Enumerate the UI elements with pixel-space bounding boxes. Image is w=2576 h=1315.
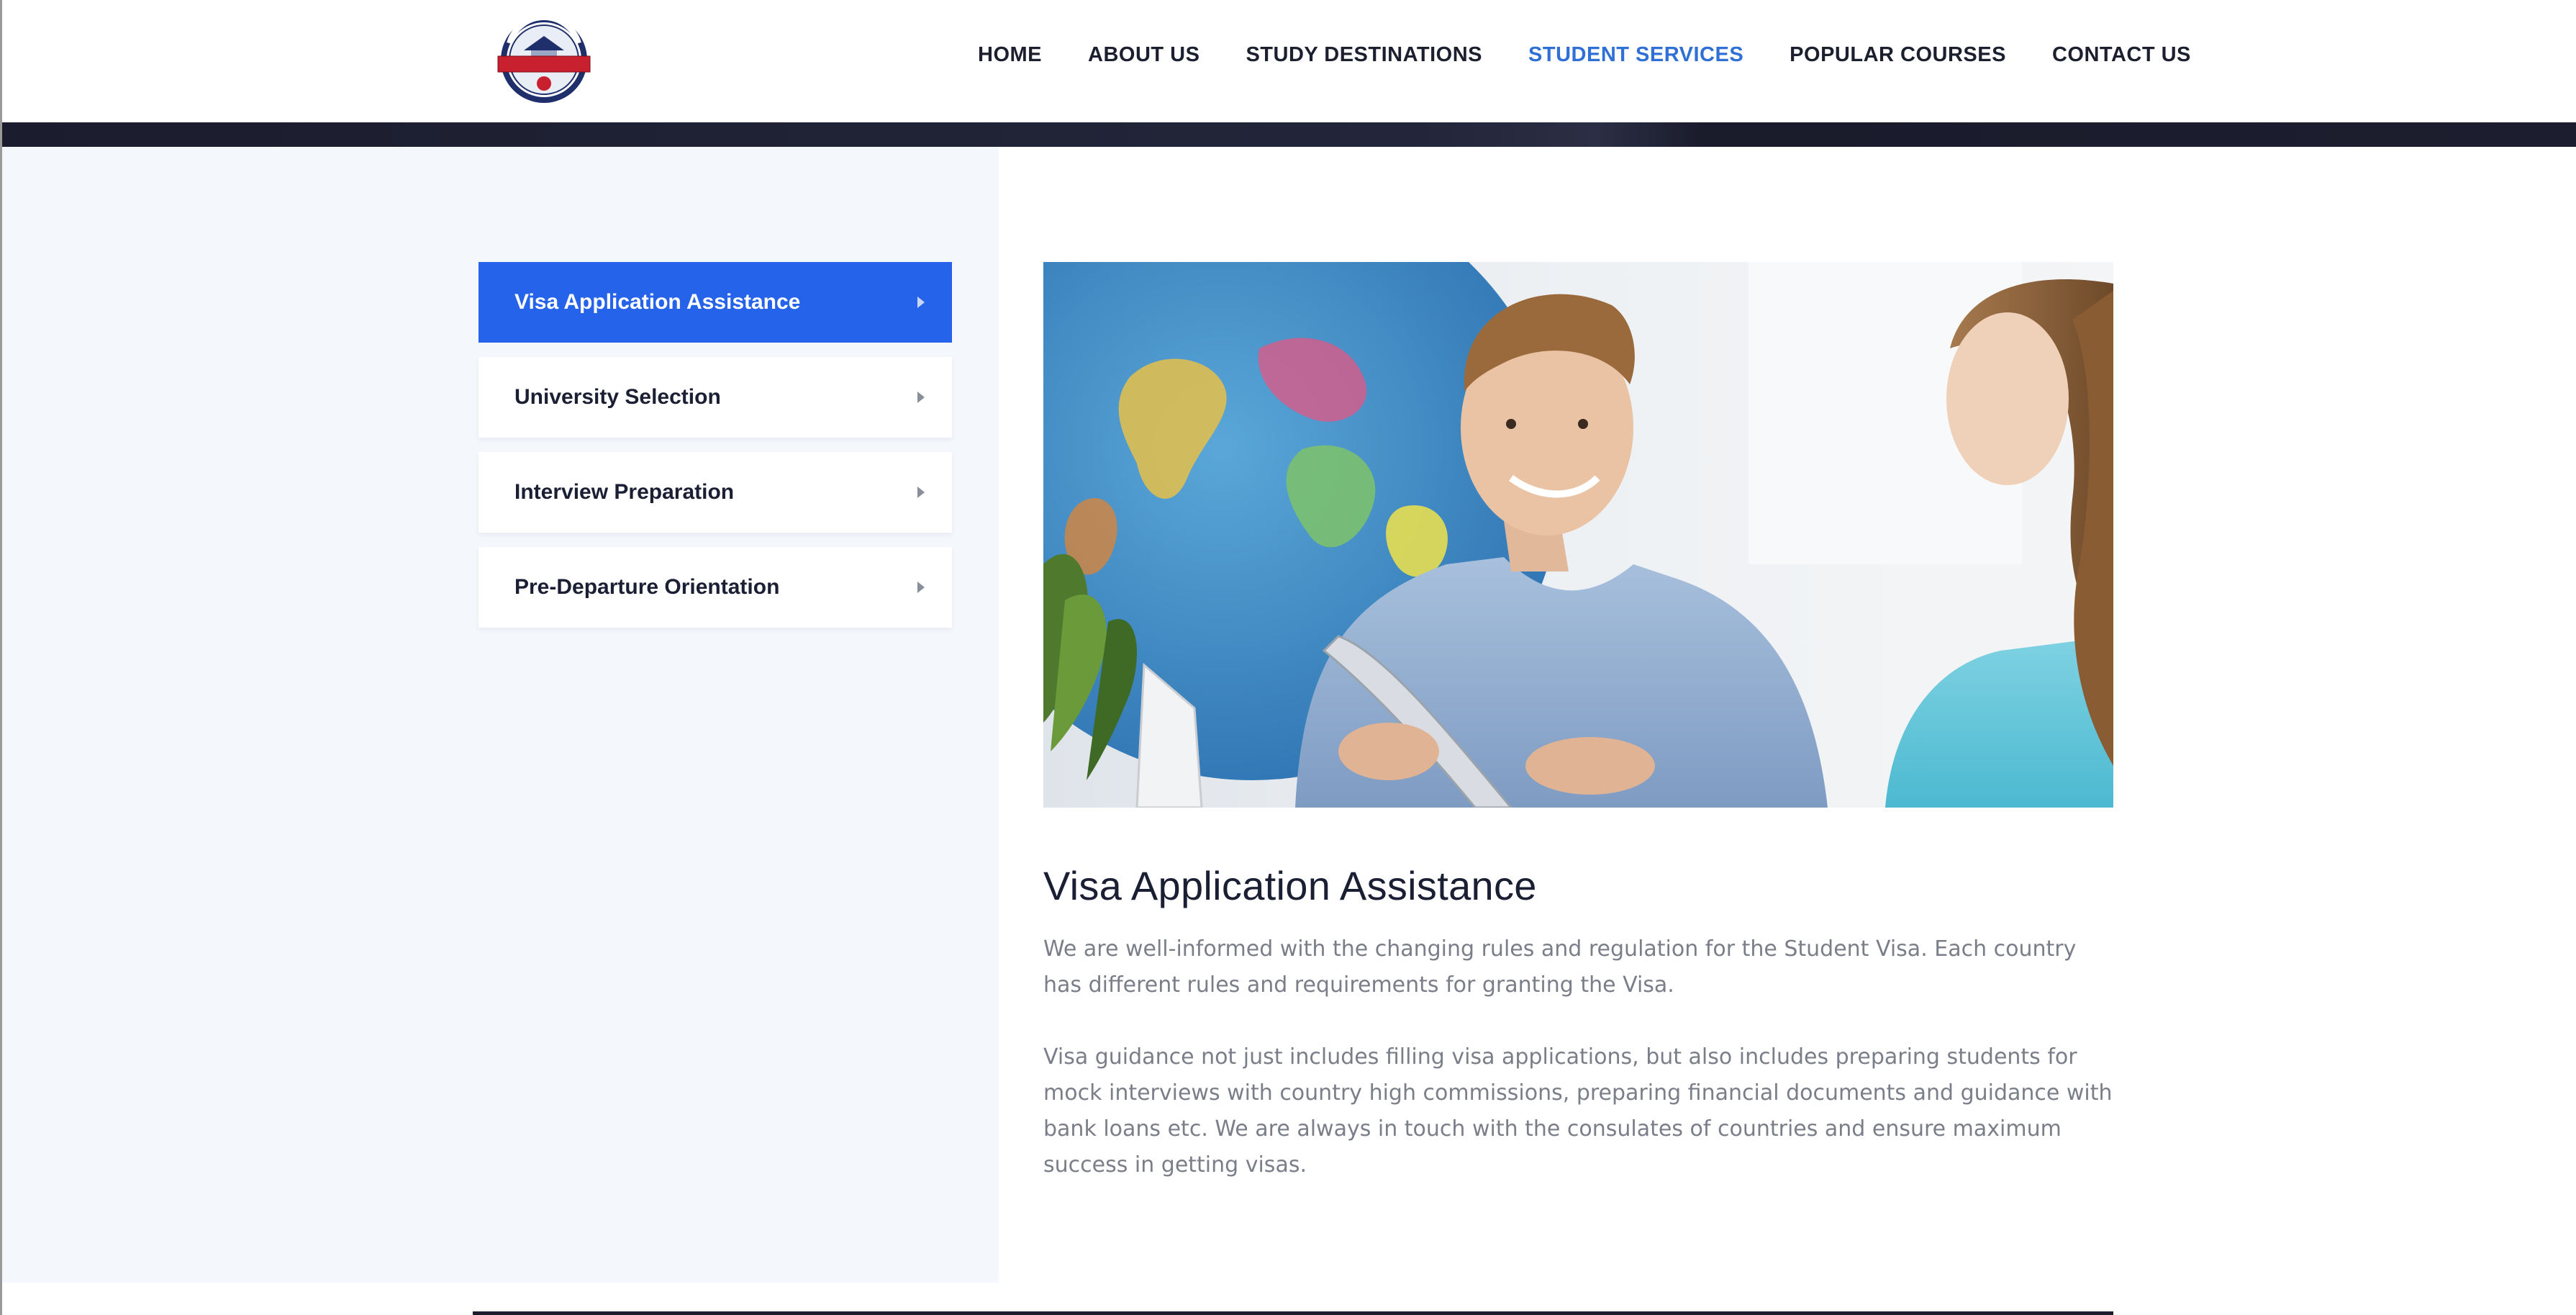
consultation-photo (1043, 262, 2113, 808)
page-banner-strip (2, 122, 2576, 147)
caret-right-icon (917, 582, 925, 593)
page: HOME ABOUT US STUDY DESTINATIONS STUDENT… (0, 0, 2576, 1315)
caret-right-icon (917, 392, 925, 403)
nav-popular-courses[interactable]: POPULAR COURSES (1790, 43, 2006, 67)
caret-right-icon (917, 297, 925, 308)
caret-right-icon (917, 487, 925, 498)
nav-about-us[interactable]: ABOUT US (1088, 43, 1199, 67)
nav-home[interactable]: HOME (978, 43, 1042, 67)
page-title: Visa Application Assistance (1043, 863, 1537, 908)
service-hero-image (1043, 262, 2113, 808)
sidebar-item-label: Visa Application Assistance (514, 290, 801, 314)
nav-student-services[interactable]: STUDENT SERVICES (1528, 43, 1743, 67)
sidebar-item-visa-application-assistance[interactable]: Visa Application Assistance (479, 262, 952, 343)
sidebar-item-label: University Selection (514, 385, 721, 409)
content-paragraph-1: We are well-informed with the changing r… (1043, 936, 2077, 998)
content-paragraph-2: Visa guidance not just includes filling … (1043, 1044, 2113, 1178)
logo-emblem-icon (497, 14, 591, 103)
footer-divider (473, 1311, 2113, 1315)
sidebar-item-interview-preparation[interactable]: Interview Preparation (479, 452, 952, 533)
sidebar-item-pre-departure-orientation[interactable]: Pre-Departure Orientation (479, 547, 952, 628)
nav-study-destinations[interactable]: STUDY DESTINATIONS (1246, 43, 1482, 67)
services-menu: Visa Application Assistance University S… (479, 262, 952, 642)
brand-logo[interactable] (495, 14, 593, 105)
nav-contact-us[interactable]: CONTACT US (2052, 43, 2191, 67)
site-header: HOME ABOUT US STUDY DESTINATIONS STUDENT… (2, 0, 2576, 122)
sidebar-item-label: Interview Preparation (514, 480, 735, 504)
main-nav: HOME ABOUT US STUDY DESTINATIONS STUDENT… (978, 43, 2191, 67)
sidebar-item-label: Pre-Departure Orientation (514, 575, 780, 599)
sidebar-item-university-selection[interactable]: University Selection (479, 357, 952, 438)
